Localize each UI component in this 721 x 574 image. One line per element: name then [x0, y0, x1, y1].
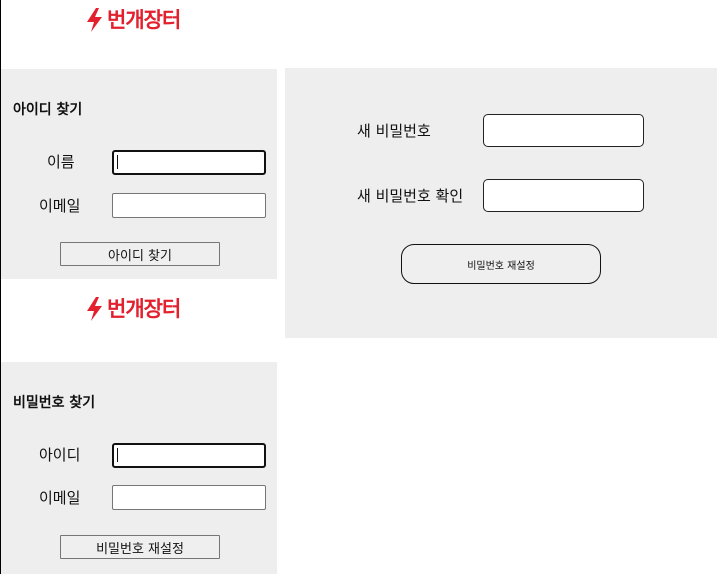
brand-logo-middle[interactable]: 번개장터 — [86, 296, 181, 321]
text-caret — [117, 448, 118, 462]
lightning-bolt-icon — [87, 8, 102, 32]
confirm-password-input[interactable] — [483, 179, 644, 212]
find-password-email-label: 이메일 — [39, 489, 81, 507]
brand-name: 번개장터 — [107, 7, 181, 32]
find-id-name-label: 이름 — [47, 153, 75, 171]
new-password-label: 새 비밀번호 — [357, 122, 431, 140]
brand-logo-top[interactable]: 번개장터 — [86, 7, 181, 32]
find-password-email-input[interactable] — [112, 485, 266, 510]
find-id-email-input[interactable] — [112, 193, 266, 218]
lightning-bolt-icon — [87, 297, 102, 321]
find-password-id-input[interactable] — [112, 443, 266, 468]
confirm-password-label: 새 비밀번호 확인 — [357, 187, 464, 205]
text-caret — [117, 155, 118, 169]
find-id-panel: 아이디 찾기 이름 이메일 아이디 찾기 — [1, 69, 277, 279]
reset-password-submit-button[interactable]: 비밀번호 재설정 — [401, 244, 601, 284]
find-password-id-label: 아이디 — [39, 446, 81, 464]
brand-name: 번개장터 — [107, 296, 181, 321]
find-password-title: 비밀번호 찾기 — [13, 395, 96, 411]
find-id-button[interactable]: 아이디 찾기 — [60, 242, 220, 266]
find-password-panel: 비밀번호 찾기 아이디 이메일 비밀번호 재설정 — [1, 362, 277, 574]
new-password-input[interactable] — [483, 114, 644, 147]
reset-password-panel: 새 비밀번호 새 비밀번호 확인 비밀번호 재설정 — [285, 68, 717, 338]
find-id-email-label: 이메일 — [39, 197, 81, 215]
find-id-title: 아이디 찾기 — [13, 102, 83, 118]
reset-password-button[interactable]: 비밀번호 재설정 — [60, 535, 220, 559]
find-id-name-input[interactable] — [112, 150, 266, 175]
